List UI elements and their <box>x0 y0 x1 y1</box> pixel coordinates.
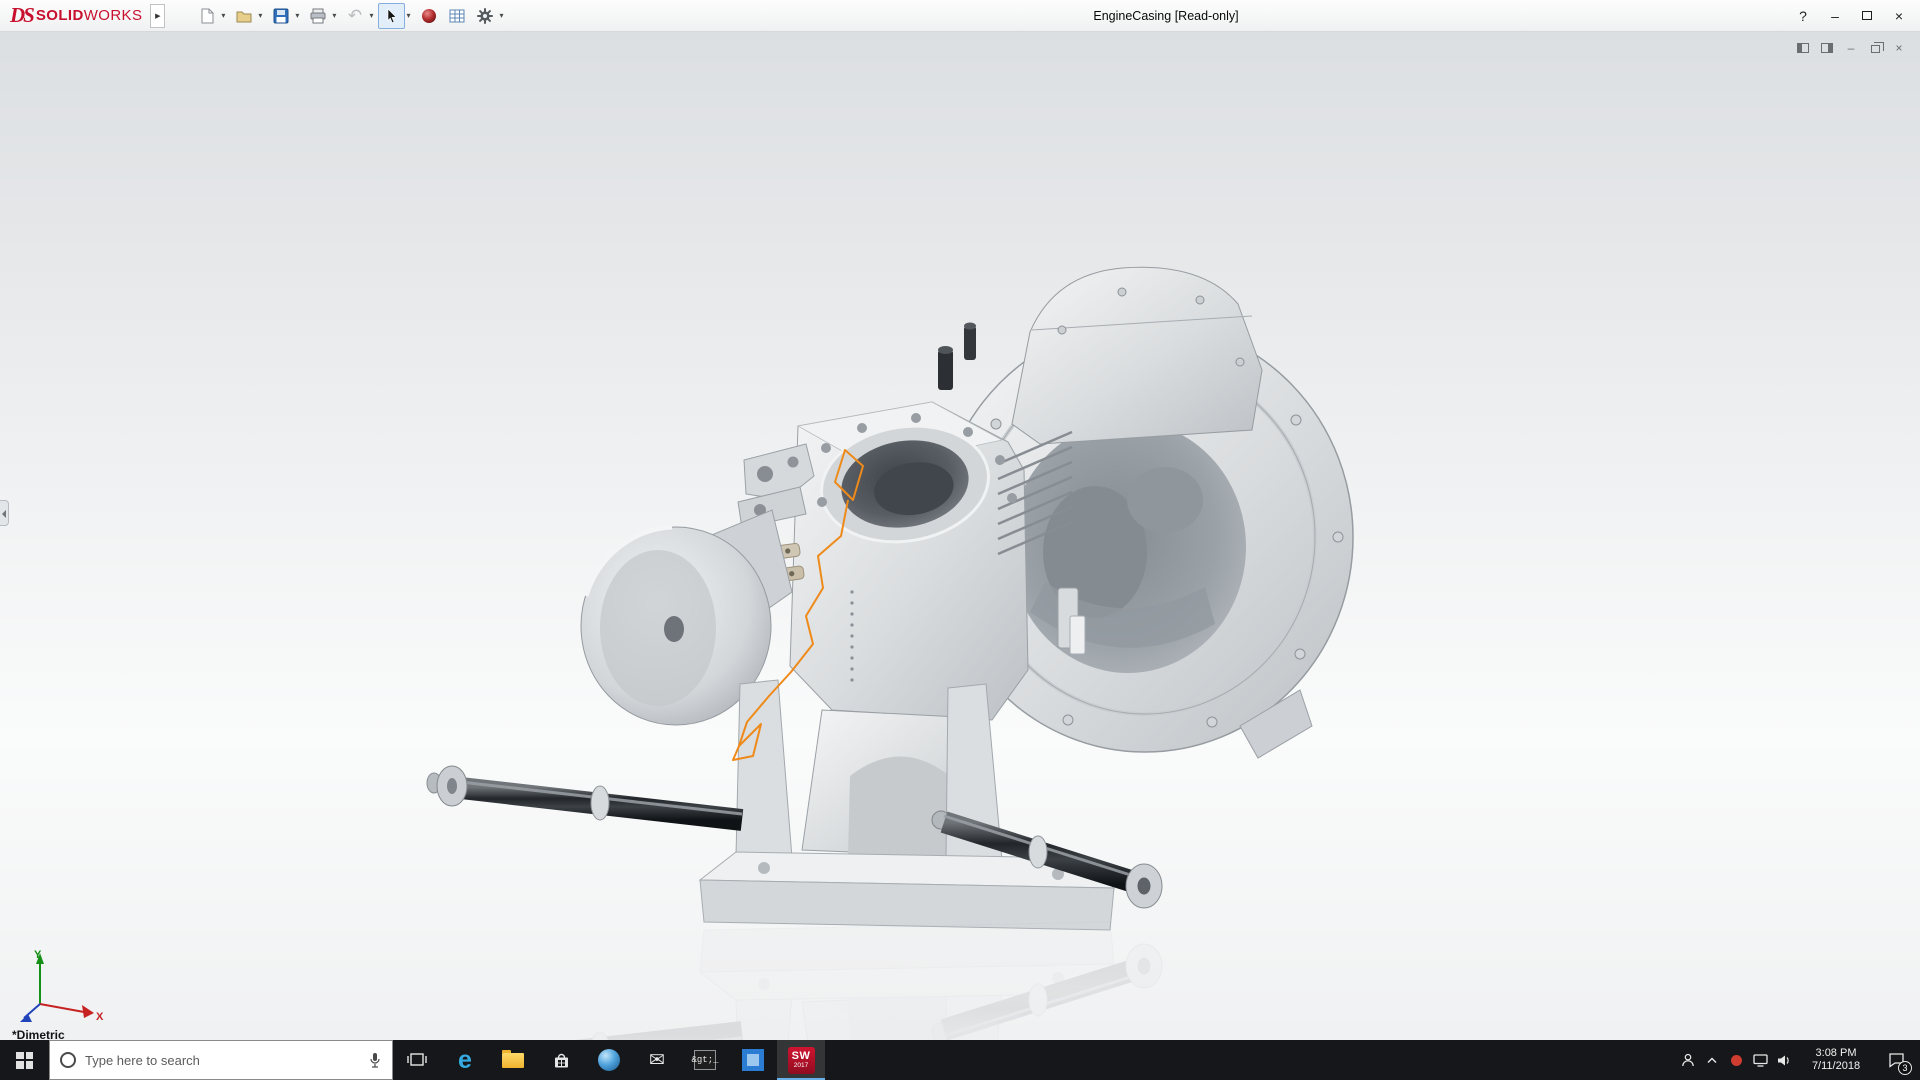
options-dropdown-arrow[interactable]: ▾ <box>499 11 503 20</box>
terminal-icon[interactable]: &gt;_ <box>681 1040 729 1080</box>
system-tray: 3:08 PM 7/11/2018 3 <box>1676 1040 1920 1080</box>
doc-close-button[interactable]: × <box>1890 40 1908 56</box>
action-center-icon[interactable]: 3 <box>1876 1040 1916 1080</box>
toolbar-flyout-arrow[interactable]: ▶ <box>150 4 165 28</box>
new-document-button[interactable] <box>193 3 220 29</box>
undo-icon: ↶ <box>348 7 362 24</box>
new-dropdown-arrow[interactable]: ▾ <box>221 11 225 20</box>
ds-logo-icon: DS <box>10 3 33 28</box>
select-tool-button[interactable] <box>378 3 405 29</box>
select-cursor-icon <box>383 7 401 25</box>
windows-logo-icon <box>16 1052 33 1069</box>
brand-text: SOLIDWORKS <box>36 7 143 24</box>
select-dropdown-arrow[interactable]: ▾ <box>406 11 410 20</box>
search-input[interactable] <box>85 1053 359 1068</box>
print-dropdown-arrow[interactable]: ▾ <box>332 11 336 20</box>
volume-icon[interactable] <box>1772 1040 1796 1080</box>
taskbar-apps: e ✉ &gt;_ SW 2017 <box>393 1040 825 1080</box>
minimize-button[interactable]: – <box>1820 3 1850 29</box>
brand-solid: SOLID <box>36 7 84 24</box>
graphics-viewport[interactable]: – × Y X *Dimetric <box>0 32 1920 1040</box>
view-orientation-label: *Dimetric <box>12 1028 65 1040</box>
engine-casing-model[interactable] <box>0 32 1920 1040</box>
pane-left-toggle[interactable] <box>1794 40 1812 56</box>
store-icon[interactable] <box>537 1040 585 1080</box>
antivirus-tray-icon[interactable] <box>1724 1040 1748 1080</box>
window-controls: ? – × <box>1788 3 1920 29</box>
pane-right-toggle[interactable] <box>1818 40 1836 56</box>
notification-badge: 3 <box>1898 1061 1912 1075</box>
taskbar-clock[interactable]: 3:08 PM 7/11/2018 <box>1796 1047 1876 1073</box>
design-table-icon <box>448 7 466 25</box>
photos-icon[interactable] <box>729 1040 777 1080</box>
doc-restore-icon <box>1871 45 1880 53</box>
save-button[interactable] <box>267 3 294 29</box>
mail-icon[interactable]: ✉ <box>633 1040 681 1080</box>
y-axis-label: Y <box>34 949 42 961</box>
document-window-controls: – × <box>1794 40 1908 56</box>
task-view-icon <box>406 1051 428 1069</box>
maximize-button[interactable] <box>1852 3 1882 29</box>
design-table-button[interactable] <box>443 3 470 29</box>
browser-ball-icon[interactable] <box>585 1040 633 1080</box>
store-bag-icon <box>553 1052 570 1069</box>
maximize-icon <box>1862 11 1872 20</box>
taskbar-search[interactable] <box>49 1040 393 1080</box>
help-button[interactable]: ? <box>1788 3 1818 29</box>
start-button[interactable] <box>0 1040 49 1080</box>
doc-restore-button[interactable] <box>1866 40 1884 56</box>
search-circle-icon <box>60 1052 76 1068</box>
open-dropdown-arrow[interactable]: ▾ <box>258 11 262 20</box>
edge-browser-icon[interactable]: e <box>441 1040 489 1080</box>
main-toolbar: ▾ ▾ ▾ ▾ ↶ ▾ ▾ <box>193 3 507 29</box>
sw-icon-year: 2017 <box>794 1063 808 1070</box>
solidworks-logo: DS SOLIDWORKS <box>0 3 150 28</box>
options-gear-button[interactable] <box>471 3 498 29</box>
taskbar: e ✉ &gt;_ SW 2017 <box>0 1040 1920 1080</box>
file-explorer-icon[interactable] <box>489 1040 537 1080</box>
undo-dropdown-arrow[interactable]: ▾ <box>369 11 373 20</box>
open-button[interactable] <box>230 3 257 29</box>
feature-panel-collapsed-tab[interactable] <box>0 500 9 526</box>
undo-button[interactable]: ↶ <box>341 3 368 29</box>
print-icon <box>309 7 327 25</box>
network-icon[interactable] <box>1748 1040 1772 1080</box>
people-icon[interactable] <box>1676 1040 1700 1080</box>
open-folder-icon <box>235 7 253 25</box>
new-document-icon <box>198 7 216 25</box>
brand-works: WORKS <box>84 7 143 24</box>
appearance-sphere-icon <box>420 7 438 25</box>
microphone-icon[interactable] <box>368 1052 382 1069</box>
doc-minimize-button[interactable]: – <box>1842 40 1860 56</box>
close-button[interactable]: × <box>1884 3 1914 29</box>
save-dropdown-arrow[interactable]: ▾ <box>295 11 299 20</box>
titlebar: DS SOLIDWORKS ▶ ▾ ▾ ▾ ▾ ↶ ▾ <box>0 0 1920 32</box>
hidden-icons-chevron[interactable] <box>1700 1040 1724 1080</box>
pane-left-icon <box>1797 43 1809 53</box>
x-axis-label: X <box>96 1011 104 1023</box>
print-button[interactable] <box>304 3 331 29</box>
appearance-sphere-button[interactable] <box>415 3 442 29</box>
tray-date: 7/11/2018 <box>1796 1060 1876 1073</box>
task-view-button[interactable] <box>393 1040 441 1080</box>
solidworks-taskbar-icon[interactable]: SW 2017 <box>777 1040 825 1080</box>
tray-time: 3:08 PM <box>1796 1047 1876 1060</box>
save-floppy-icon <box>272 7 290 25</box>
document-title: EngineCasing [Read-only] <box>1093 0 1238 32</box>
options-gear-icon <box>476 7 494 25</box>
pane-right-icon <box>1821 43 1833 53</box>
sw-icon-text: SW <box>792 1051 811 1062</box>
x-axis-arrow <box>82 1005 94 1018</box>
orientation-triad: Y X <box>12 946 108 1028</box>
